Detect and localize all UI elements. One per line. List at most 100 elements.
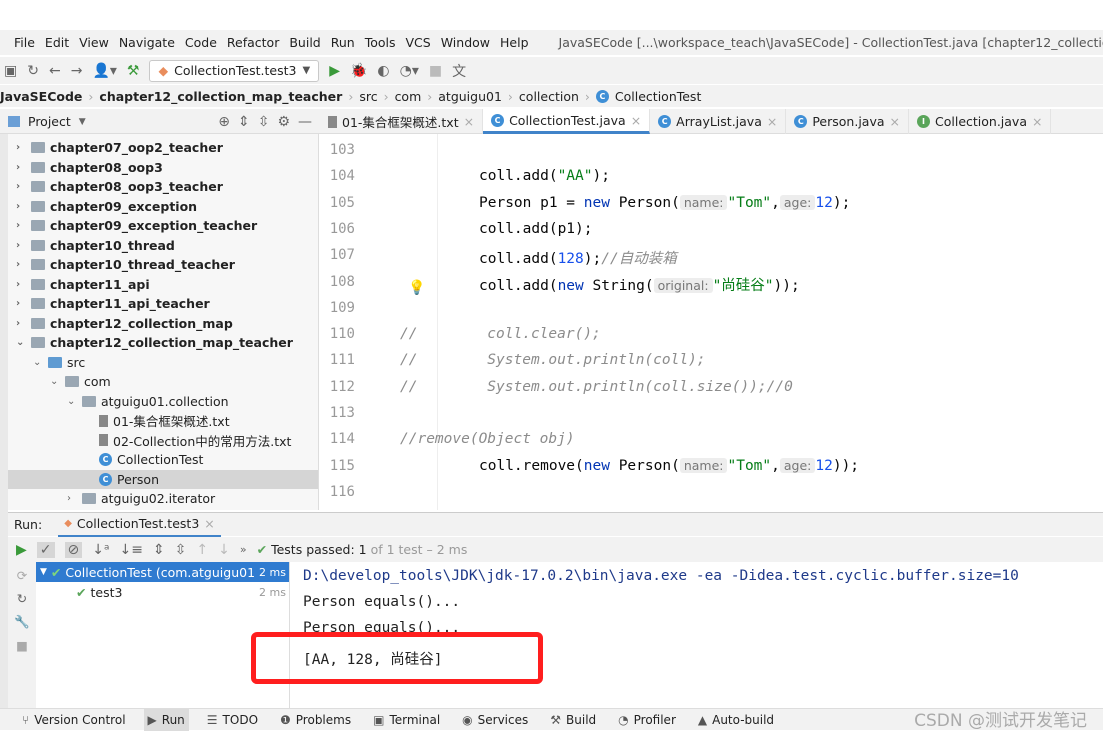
tree-item[interactable]: ⌄ atguigu01.collection (8, 392, 318, 412)
build-hammer-icon[interactable]: ⚒ (127, 63, 140, 79)
rerun-icon[interactable]: ▶ (16, 542, 27, 558)
chevron-down-icon[interactable]: ⌄ (16, 337, 26, 348)
chevron-right-icon[interactable]: › (16, 279, 26, 290)
collapse-all-icon[interactable]: ⇳ (258, 114, 270, 130)
menu-run[interactable]: Run (331, 35, 355, 50)
chevron-right-icon[interactable]: › (16, 240, 26, 251)
debug-icon[interactable]: 🐞 (350, 63, 367, 79)
tree-item[interactable]: › chapter10_thread (8, 236, 318, 256)
run-tab[interactable]: ◆ CollectionTest.test3 × (58, 513, 221, 537)
sync-icon[interactable]: ↻ (27, 63, 39, 79)
tree-item[interactable]: › chapter11_api_teacher (8, 294, 318, 314)
tab-collection-java[interactable]: I Collection.java × (909, 109, 1052, 134)
tool-terminal[interactable]: ▣ Terminal (369, 709, 444, 731)
tool-run[interactable]: ▶ Run (143, 708, 189, 731)
expand-all-icon[interactable]: ⇕ (153, 542, 165, 558)
breadcrumb-item[interactable]: com (395, 89, 422, 104)
tree-item[interactable]: 02-Collection中的常用方法.txt (8, 431, 318, 451)
tool-profiler[interactable]: ◔ Profiler (614, 709, 680, 731)
close-icon[interactable]: × (631, 113, 641, 128)
menu-refactor[interactable]: Refactor (227, 35, 279, 50)
sort-duration-icon[interactable]: ↓≡ (119, 542, 142, 558)
breadcrumb-item[interactable]: JavaSECode (0, 89, 82, 104)
menu-vcs[interactable]: VCS (406, 35, 431, 50)
more-icon[interactable]: » (240, 543, 247, 556)
sort-alpha-icon[interactable]: ↓ᵃ (92, 542, 109, 558)
menu-code[interactable]: Code (185, 35, 217, 50)
expand-all-icon[interactable]: ⇕ (238, 114, 250, 130)
breadcrumb-item[interactable]: chapter12_collection_map_teacher (99, 89, 342, 104)
chevron-down-icon[interactable]: ⌄ (33, 357, 43, 368)
chevron-right-icon[interactable]: › (16, 298, 26, 309)
tree-item[interactable]: › chapter10_thread_teacher (8, 255, 318, 275)
test-suite-row[interactable]: ▼ ✔ CollectionTest (com.atguigu01.cc 2 m… (36, 562, 289, 582)
show-ignored-icon[interactable]: ⊘ (64, 541, 83, 558)
chevron-right-icon[interactable]: › (16, 220, 26, 231)
run-icon[interactable]: ▶ (329, 63, 340, 79)
close-icon[interactable]: × (1032, 114, 1042, 129)
breadcrumb-item[interactable]: src (359, 89, 377, 104)
chevron-right-icon[interactable]: › (16, 162, 26, 173)
chevron-down-icon[interactable]: ▼ (79, 117, 86, 127)
tree-item[interactable]: › chapter11_api (8, 275, 318, 295)
code-editor[interactable]: 103 104 105 106 107 108 109 110 111 112 113 114 115 1… (320, 134, 1103, 510)
test-row[interactable]: ✔ test3 2 ms (36, 582, 289, 602)
tool-build[interactable]: ⚒ Build (546, 709, 600, 731)
close-icon[interactable]: × (767, 114, 777, 129)
tree-item[interactable]: › atguigu02.iterator (8, 489, 318, 509)
translate-icon[interactable]: 文 (452, 61, 466, 81)
menu-build[interactable]: Build (289, 35, 320, 50)
breadcrumb-item[interactable]: collection (519, 89, 579, 104)
tree-item[interactable]: › chapter09_exception (8, 197, 318, 217)
coverage-icon[interactable]: ◐ (377, 63, 389, 79)
tree-item[interactable]: ⌄ src (8, 353, 318, 373)
menu-window[interactable]: Window (441, 35, 490, 50)
menu-file[interactable]: File (14, 35, 35, 50)
close-icon[interactable]: × (204, 516, 214, 531)
chevron-right-icon[interactable]: › (16, 142, 26, 153)
chevron-right-icon[interactable]: › (67, 493, 77, 504)
tool-todo[interactable]: ☰ TODO (203, 709, 262, 731)
next-failed-icon[interactable]: ↓ (218, 542, 230, 558)
hide-icon[interactable]: — (298, 114, 312, 130)
user-icon[interactable]: 👤▾ (92, 63, 116, 79)
menu-tools[interactable]: Tools (365, 35, 396, 50)
save-icon[interactable]: ▣ (4, 63, 17, 79)
project-view-select[interactable]: Project (28, 114, 71, 129)
back-icon[interactable]: ← (49, 63, 61, 79)
menu-help[interactable]: Help (500, 35, 529, 50)
tab-person-java[interactable]: C Person.java × (786, 109, 909, 134)
chevron-right-icon[interactable]: › (16, 318, 26, 329)
toggle-auto-test-icon[interactable]: ↻ (8, 591, 36, 606)
tab-collectiontest-java[interactable]: C CollectionTest.java × (483, 109, 651, 134)
locate-icon[interactable]: ⊕ (218, 114, 230, 130)
tree-item[interactable]: ⌄ com (8, 372, 318, 392)
stop-icon[interactable]: ■ (429, 63, 442, 79)
tree-item[interactable]: › chapter07_oop2_teacher (8, 138, 318, 158)
chevron-down-icon[interactable]: ⌄ (67, 396, 77, 407)
forward-icon[interactable]: → (71, 63, 83, 79)
breadcrumb-item[interactable]: atguigu01 (438, 89, 502, 104)
menu-view[interactable]: View (79, 35, 109, 50)
lightbulb-icon[interactable]: 💡 (408, 280, 425, 296)
run-config-select[interactable]: ◆ CollectionTest.test3 ▼ (149, 59, 320, 82)
tool-services[interactable]: ◉ Services (458, 709, 532, 731)
gear-icon[interactable]: ⚙ (277, 114, 290, 130)
tree-item[interactable]: C Person (8, 469, 318, 489)
wrench-icon[interactable]: 🔧 (8, 614, 36, 630)
tree-item[interactable]: › chapter08_oop3_teacher (8, 177, 318, 197)
collapse-all-icon[interactable]: ⇳ (175, 542, 187, 558)
tool-auto-build[interactable]: ▲ Auto-build (694, 709, 778, 731)
tool-version-control[interactable]: ⑂ Version Control (18, 709, 130, 731)
tree-item[interactable]: ⌄ chapter12_collection_map_teacher (8, 333, 318, 353)
rerun-failed-icon[interactable]: ⟳ (8, 568, 36, 583)
show-passed-icon[interactable]: ✓ (36, 541, 55, 558)
close-icon[interactable]: × (890, 114, 900, 129)
prev-failed-icon[interactable]: ↑ (196, 542, 208, 558)
tree-item[interactable]: 01-集合框架概述.txt (8, 411, 318, 431)
breadcrumb-item[interactable]: CollectionTest (615, 89, 701, 104)
chevron-down-icon[interactable]: ⌄ (50, 376, 60, 387)
profile-icon[interactable]: ◔▾ (400, 63, 419, 79)
tree-item[interactable]: › chapter12_collection_map (8, 314, 318, 334)
stop-icon[interactable]: ■ (8, 638, 36, 653)
